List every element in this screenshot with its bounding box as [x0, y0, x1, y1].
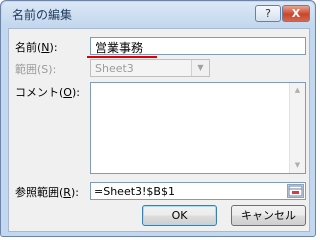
close-icon: X	[291, 7, 301, 20]
comment-scrollbar[interactable]: ▲ ▼	[289, 83, 305, 173]
ref-input[interactable]: =Sheet3!$B$1	[90, 182, 306, 200]
comment-label: コメント(O):	[15, 84, 80, 100]
scroll-up-icon[interactable]: ▲	[290, 83, 305, 98]
range-select-icon	[288, 185, 303, 197]
title-bar[interactable]: 名前の編集 ? X	[2, 2, 314, 26]
cancel-button[interactable]: キャンセル	[231, 205, 306, 226]
red-underline-annotation	[87, 56, 157, 58]
comment-label-accesskey: O	[63, 86, 72, 99]
comment-label-prefix: コメント(	[15, 86, 64, 99]
dialog-body: 名前(N): 営業事務 範囲(S): Sheet3 ▼ コメント(O): ▲ ▼…	[8, 28, 310, 232]
name-label-suffix: ):	[49, 41, 58, 54]
ref-label-accesskey: R	[63, 186, 71, 199]
name-label-accesskey: N	[41, 41, 50, 54]
scope-value: Sheet3	[95, 62, 134, 75]
scroll-down-icon[interactable]: ▼	[290, 158, 305, 173]
name-label-prefix: 名前(	[15, 41, 42, 54]
name-input-value: 営業事務	[95, 41, 144, 55]
help-button[interactable]: ?	[255, 5, 281, 22]
help-icon: ?	[265, 7, 271, 20]
scope-dropdown[interactable]: Sheet3 ▼	[90, 59, 210, 77]
collapse-dialog-button[interactable]	[287, 184, 304, 198]
dialog-window: 名前の編集 ? X 名前(N): 営業事務 範囲(S): Sheet3 ▼ コメ…	[0, 0, 316, 237]
ok-button[interactable]: OK	[142, 205, 217, 226]
close-button[interactable]: X	[282, 5, 310, 22]
ref-label-suffix: ):	[70, 186, 79, 199]
ref-label: 参照範囲(R):	[15, 184, 79, 200]
name-input[interactable]: 営業事務	[90, 37, 306, 55]
name-label: 名前(N):	[15, 39, 58, 55]
ref-label-prefix: 参照範囲(	[15, 186, 64, 199]
ref-value: =Sheet3!$B$1	[94, 185, 175, 198]
comment-label-suffix: ):	[71, 86, 80, 99]
comment-textarea[interactable]: ▲ ▼	[90, 82, 306, 174]
dialog-title: 名前の編集	[12, 8, 73, 22]
chevron-down-icon[interactable]: ▼	[191, 60, 209, 76]
scope-label: 範囲(S):	[15, 63, 57, 76]
